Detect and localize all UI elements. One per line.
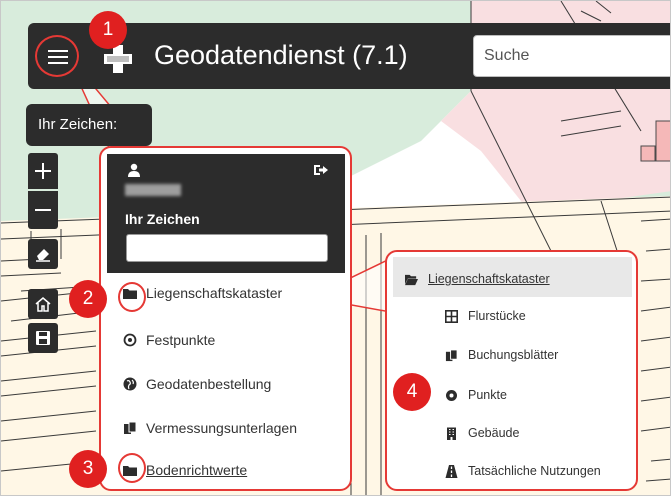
- globe-icon: [123, 377, 137, 391]
- documents-icon: [445, 348, 458, 361]
- user-name: [125, 184, 181, 196]
- blurred-user-name: [125, 184, 181, 196]
- plus-icon: [35, 163, 51, 179]
- minus-icon: [35, 209, 51, 211]
- save-button[interactable]: [28, 323, 58, 353]
- home-icon: [35, 297, 51, 312]
- menu-item-geodatenbestellung[interactable]: Geodatenbestellung: [123, 372, 271, 396]
- zoom-in-button[interactable]: [28, 153, 58, 189]
- submenu-item-buchungsblaetter[interactable]: Buchungsblätter: [445, 344, 558, 366]
- submenu-header-liegenschaftskataster[interactable]: Liegenschaftskataster: [405, 268, 550, 290]
- highlight-ring-bodenrichtwerte: [118, 453, 146, 483]
- eraser-button[interactable]: [28, 239, 58, 269]
- menu-item-label: Geodatenbestellung: [146, 376, 272, 392]
- eraser-icon: [36, 249, 50, 262]
- annotation-badge-3: 3: [69, 450, 107, 488]
- logout-icon[interactable]: [313, 163, 329, 177]
- floppy-icon: [36, 331, 50, 345]
- menu-item-label: Vermessungsunterlagen: [146, 420, 297, 436]
- folder-open-icon: [405, 274, 418, 285]
- zeichen-tooltip: Ihr Zeichen:: [26, 104, 152, 146]
- user-icon: [128, 163, 140, 177]
- annotation-badge-1: 1: [89, 11, 127, 49]
- zeichen-input[interactable]: [126, 234, 328, 262]
- menu-item-label: Bodenrichtwerte: [146, 462, 248, 478]
- home-button[interactable]: [28, 289, 58, 319]
- submenu-item-punkte[interactable]: Punkte: [445, 384, 507, 406]
- documents-icon: [124, 421, 137, 434]
- target-icon: [123, 333, 137, 347]
- submenu-item-tatsaechliche-nutzungen[interactable]: Tatsächliche Nutzungen: [445, 460, 601, 482]
- highlight-ring-hamburger: [35, 35, 79, 77]
- zeichen-label: Ihr Zeichen: [125, 211, 200, 227]
- submenu-item-label: Gebäude: [468, 426, 520, 440]
- circle-dot-icon: [446, 389, 457, 401]
- submenu-header-label: Liegenschaftskataster: [428, 272, 550, 286]
- menu-item-festpunkte[interactable]: Festpunkte: [123, 328, 215, 352]
- highlight-ring-liegenschaftskataster: [118, 282, 146, 312]
- submenu-item-gebaeude[interactable]: Gebäude: [445, 422, 519, 444]
- submenu-item-label: Buchungsblätter: [468, 348, 559, 362]
- building-icon: [447, 427, 456, 440]
- submenu-item-label: Punkte: [468, 388, 507, 402]
- submenu-panel: Liegenschaftskataster Flurstücke Buchung…: [385, 250, 638, 491]
- submenu-item-label: Flurstücke: [468, 309, 526, 323]
- road-icon: [445, 464, 458, 478]
- user-panel: Ihr Zeichen: [107, 154, 345, 273]
- menu-item-label: Liegenschaftskataster: [146, 285, 283, 301]
- main-menu-panel: Ihr Zeichen Liegenschaftskataster Festpu…: [99, 146, 352, 491]
- zoom-out-button[interactable]: [28, 191, 58, 229]
- menu-item-liegenschaftskataster[interactable]: Liegenschaftskataster: [123, 281, 282, 305]
- submenu-item-flurstuecke[interactable]: Flurstücke: [445, 305, 526, 327]
- menu-item-label: Festpunkte: [146, 332, 216, 348]
- annotation-badge-2: 2: [69, 280, 107, 318]
- app-title: Geodatendienst (7.1): [154, 40, 408, 70]
- submenu-item-label: Tatsächliche Nutzungen: [468, 464, 601, 478]
- screen-frame: Geodatendienst (7.1) Ihr Zeichen:: [0, 0, 671, 496]
- menu-item-vermessungsunterlagen[interactable]: Vermessungsunterlagen: [123, 416, 297, 440]
- annotation-badge-4: 4: [393, 373, 431, 411]
- search-input[interactable]: [473, 35, 670, 77]
- grid-icon: [445, 309, 458, 323]
